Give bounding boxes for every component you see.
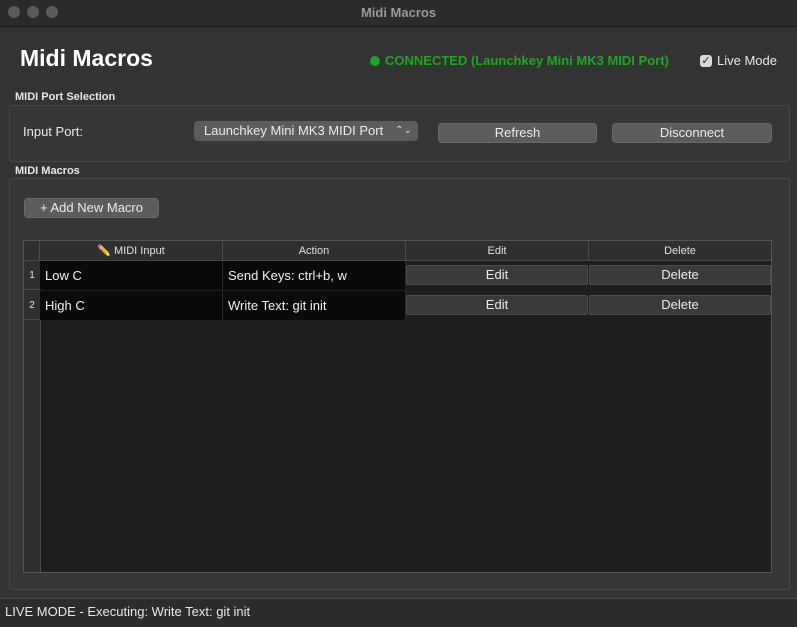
row-number[interactable]: 1	[24, 261, 40, 290]
corner-header	[24, 241, 40, 261]
app-title: Midi Macros	[20, 45, 153, 71]
status-bar: LIVE MODE - Executing: Write Text: git i…	[0, 598, 797, 627]
connection-status-text: CONNECTED (Launchkey Mini MK3 MIDI Port)	[385, 53, 669, 68]
edit-button[interactable]: Edit	[406, 295, 588, 315]
connection-status: CONNECTED (Launchkey Mini MK3 MIDI Port)	[370, 53, 669, 68]
column-header-edit[interactable]: Edit	[406, 241, 589, 261]
row-number[interactable]: 2	[24, 291, 40, 320]
live-mode-checkbox[interactable]: ✓	[700, 54, 712, 67]
pencil-icon: ✏️	[97, 245, 111, 257]
delete-button[interactable]: Delete	[589, 265, 771, 285]
edit-button[interactable]: Edit	[406, 265, 588, 285]
live-mode-toggle[interactable]: ✓ Live Mode	[700, 53, 777, 68]
input-port-selected: Launchkey Mini MK3 MIDI Port	[204, 123, 384, 138]
macros-table: ✏️ MIDI Input Action Edit Delete 1 Low C…	[23, 240, 772, 573]
column-header-action[interactable]: Action	[223, 241, 406, 261]
status-dot-icon	[370, 55, 380, 66]
action-cell[interactable]: Write Text: git init	[223, 291, 406, 320]
macros-section-label: MIDI Macros	[15, 165, 80, 177]
input-port-label: Input Port:	[23, 124, 83, 139]
title-bar: Midi Macros	[0, 0, 797, 27]
action-cell[interactable]: Send Keys: ctrl+b, w	[223, 261, 406, 290]
delete-button[interactable]: Delete	[589, 295, 771, 315]
input-port-select[interactable]: Launchkey Mini MK3 MIDI Port ⌃⌄	[194, 121, 418, 141]
disconnect-button[interactable]: Disconnect	[612, 123, 772, 143]
window-title: Midi Macros	[360, 5, 437, 20]
column-header-midi-input-label: MIDI Input	[114, 245, 165, 257]
refresh-button[interactable]: Refresh	[438, 123, 597, 143]
column-header-delete[interactable]: Delete	[589, 241, 771, 261]
live-mode-label: Live Mode	[717, 53, 777, 68]
midi-input-cell[interactable]: High C	[40, 291, 223, 320]
port-section-label: MIDI Port Selection	[15, 91, 116, 103]
midi-input-cell[interactable]: Low C	[40, 261, 223, 290]
chevron-updown-icon: ⌃⌄	[395, 125, 412, 136]
column-header-midi-input[interactable]: ✏️ MIDI Input	[40, 241, 223, 261]
add-macro-button[interactable]: + Add New Macro	[24, 198, 159, 218]
